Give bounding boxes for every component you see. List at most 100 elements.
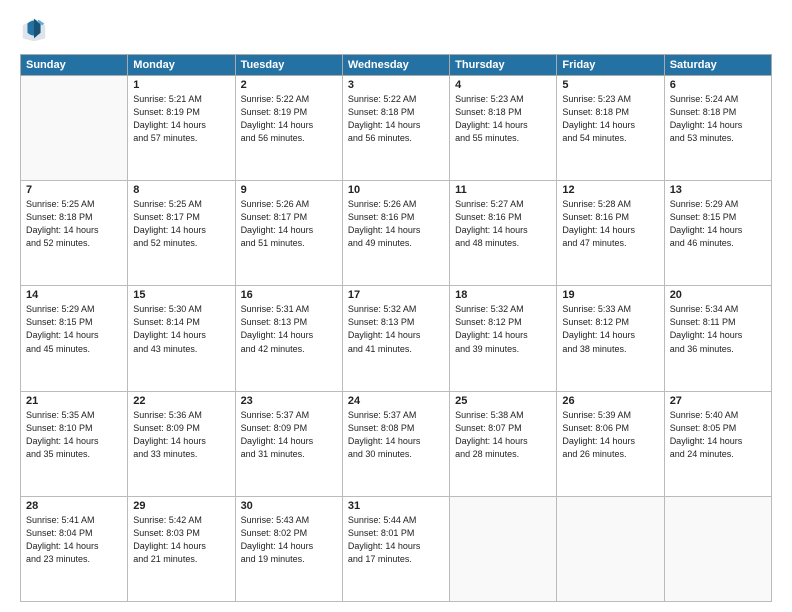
- day-info: Sunrise: 5:23 AM Sunset: 8:18 PM Dayligh…: [455, 93, 551, 145]
- day-info: Sunrise: 5:29 AM Sunset: 8:15 PM Dayligh…: [26, 303, 122, 355]
- day-number: 19: [562, 289, 658, 301]
- day-number: 6: [670, 79, 766, 91]
- day-number: 26: [562, 395, 658, 407]
- day-cell: [21, 76, 128, 181]
- day-info: Sunrise: 5:40 AM Sunset: 8:05 PM Dayligh…: [670, 409, 766, 461]
- day-number: 5: [562, 79, 658, 91]
- day-info: Sunrise: 5:31 AM Sunset: 8:13 PM Dayligh…: [241, 303, 337, 355]
- logo-icon: [20, 16, 48, 44]
- day-info: Sunrise: 5:24 AM Sunset: 8:18 PM Dayligh…: [670, 93, 766, 145]
- day-cell: 8 Sunrise: 5:25 AM Sunset: 8:17 PM Daylig…: [128, 181, 235, 286]
- day-number: 28: [26, 500, 122, 512]
- day-number: 24: [348, 395, 444, 407]
- day-info: Sunrise: 5:32 AM Sunset: 8:12 PM Dayligh…: [455, 303, 551, 355]
- day-info: Sunrise: 5:41 AM Sunset: 8:04 PM Dayligh…: [26, 514, 122, 566]
- day-info: Sunrise: 5:39 AM Sunset: 8:06 PM Dayligh…: [562, 409, 658, 461]
- day-cell: 24 Sunrise: 5:37 AM Sunset: 8:08 PM Dayli…: [342, 391, 449, 496]
- day-cell: 29Sunrise: 5:42 AM Sunset: 8:03 PM Dayli…: [128, 496, 235, 601]
- day-info: Sunrise: 5:21 AM Sunset: 8:19 PM Dayligh…: [133, 93, 229, 145]
- day-number: 2: [241, 79, 337, 91]
- day-cell: 26 Sunrise: 5:39 AM Sunset: 8:06 PM Dayli…: [557, 391, 664, 496]
- day-info: Sunrise: 5:37 AM Sunset: 8:08 PM Dayligh…: [348, 409, 444, 461]
- day-number: 10: [348, 184, 444, 196]
- weekday-monday: Monday: [128, 55, 235, 76]
- day-info: Sunrise: 5:27 AM Sunset: 8:16 PM Dayligh…: [455, 198, 551, 250]
- day-cell: 27 Sunrise: 5:40 AM Sunset: 8:05 PM Dayli…: [664, 391, 771, 496]
- day-cell: 5 Sunrise: 5:23 AM Sunset: 8:18 PM Daylig…: [557, 76, 664, 181]
- day-number: 27: [670, 395, 766, 407]
- day-number: 23: [241, 395, 337, 407]
- day-info: Sunrise: 5:29 AM Sunset: 8:15 PM Dayligh…: [670, 198, 766, 250]
- day-number: 8: [133, 184, 229, 196]
- week-row-2: 7 Sunrise: 5:25 AM Sunset: 8:18 PM Daylig…: [21, 181, 772, 286]
- week-row-5: 28 Sunrise: 5:41 AM Sunset: 8:04 PM Dayli…: [21, 496, 772, 601]
- day-cell: 20 Sunrise: 5:34 AM Sunset: 8:11 PM Dayli…: [664, 286, 771, 391]
- day-cell: 21 Sunrise: 5:35 AM Sunset: 8:10 PM Dayli…: [21, 391, 128, 496]
- day-cell: 17 Sunrise: 5:32 AM Sunset: 8:13 PM Dayli…: [342, 286, 449, 391]
- day-cell: 4 Sunrise: 5:23 AM Sunset: 8:18 PM Daylig…: [450, 76, 557, 181]
- day-cell: 19 Sunrise: 5:33 AM Sunset: 8:12 PM Dayli…: [557, 286, 664, 391]
- day-number: 1: [133, 79, 229, 91]
- day-cell: 1 Sunrise: 5:21 AM Sunset: 8:19 PM Daylig…: [128, 76, 235, 181]
- day-number: 29: [133, 500, 229, 512]
- day-cell: 30 Sunrise: 5:43 AM Sunset: 8:02 PM Dayli…: [235, 496, 342, 601]
- day-info: Sunrise: 5:35 AM Sunset: 8:10 PM Dayligh…: [26, 409, 122, 461]
- day-info: Sunrise: 5:25 AM Sunset: 8:18 PM Dayligh…: [26, 198, 122, 250]
- day-info: Sunrise: 5:43 AM Sunset: 8:02 PM Dayligh…: [241, 514, 337, 566]
- day-number: 9: [241, 184, 337, 196]
- day-cell: 3Sunrise: 5:22 AM Sunset: 8:18 PM Daylig…: [342, 76, 449, 181]
- day-cell: [557, 496, 664, 601]
- day-number: 15: [133, 289, 229, 301]
- week-row-4: 21 Sunrise: 5:35 AM Sunset: 8:10 PM Dayli…: [21, 391, 772, 496]
- day-cell: 25Sunrise: 5:38 AM Sunset: 8:07 PM Dayli…: [450, 391, 557, 496]
- header: [20, 16, 772, 44]
- day-cell: 23Sunrise: 5:37 AM Sunset: 8:09 PM Dayli…: [235, 391, 342, 496]
- day-cell: 14Sunrise: 5:29 AM Sunset: 8:15 PM Dayli…: [21, 286, 128, 391]
- weekday-wednesday: Wednesday: [342, 55, 449, 76]
- day-cell: 11Sunrise: 5:27 AM Sunset: 8:16 PM Dayli…: [450, 181, 557, 286]
- day-number: 3: [348, 79, 444, 91]
- day-number: 31: [348, 500, 444, 512]
- day-info: Sunrise: 5:34 AM Sunset: 8:11 PM Dayligh…: [670, 303, 766, 355]
- day-number: 7: [26, 184, 122, 196]
- day-info: Sunrise: 5:25 AM Sunset: 8:17 PM Dayligh…: [133, 198, 229, 250]
- day-cell: 2 Sunrise: 5:22 AM Sunset: 8:19 PM Daylig…: [235, 76, 342, 181]
- day-number: 22: [133, 395, 229, 407]
- day-number: 4: [455, 79, 551, 91]
- weekday-sunday: Sunday: [21, 55, 128, 76]
- day-number: 17: [348, 289, 444, 301]
- day-info: Sunrise: 5:36 AM Sunset: 8:09 PM Dayligh…: [133, 409, 229, 461]
- week-row-3: 14Sunrise: 5:29 AM Sunset: 8:15 PM Dayli…: [21, 286, 772, 391]
- week-row-1: 1 Sunrise: 5:21 AM Sunset: 8:19 PM Daylig…: [21, 76, 772, 181]
- day-number: 21: [26, 395, 122, 407]
- day-cell: 7 Sunrise: 5:25 AM Sunset: 8:18 PM Daylig…: [21, 181, 128, 286]
- day-cell: 6 Sunrise: 5:24 AM Sunset: 8:18 PM Daylig…: [664, 76, 771, 181]
- day-info: Sunrise: 5:32 AM Sunset: 8:13 PM Dayligh…: [348, 303, 444, 355]
- day-cell: 28 Sunrise: 5:41 AM Sunset: 8:04 PM Dayli…: [21, 496, 128, 601]
- day-cell: 13 Sunrise: 5:29 AM Sunset: 8:15 PM Dayli…: [664, 181, 771, 286]
- day-number: 30: [241, 500, 337, 512]
- day-cell: 10Sunrise: 5:26 AM Sunset: 8:16 PM Dayli…: [342, 181, 449, 286]
- day-number: 25: [455, 395, 551, 407]
- day-cell: 9Sunrise: 5:26 AM Sunset: 8:17 PM Daylig…: [235, 181, 342, 286]
- day-cell: 18 Sunrise: 5:32 AM Sunset: 8:12 PM Dayli…: [450, 286, 557, 391]
- logo: [20, 16, 52, 44]
- day-number: 18: [455, 289, 551, 301]
- calendar: SundayMondayTuesdayWednesdayThursdayFrid…: [20, 54, 772, 602]
- weekday-tuesday: Tuesday: [235, 55, 342, 76]
- day-cell: 12 Sunrise: 5:28 AM Sunset: 8:16 PM Dayli…: [557, 181, 664, 286]
- day-number: 20: [670, 289, 766, 301]
- day-info: Sunrise: 5:23 AM Sunset: 8:18 PM Dayligh…: [562, 93, 658, 145]
- day-cell: [664, 496, 771, 601]
- day-number: 12: [562, 184, 658, 196]
- day-info: Sunrise: 5:30 AM Sunset: 8:14 PM Dayligh…: [133, 303, 229, 355]
- day-number: 13: [670, 184, 766, 196]
- weekday-thursday: Thursday: [450, 55, 557, 76]
- day-cell: 15 Sunrise: 5:30 AM Sunset: 8:14 PM Dayli…: [128, 286, 235, 391]
- day-number: 16: [241, 289, 337, 301]
- day-info: Sunrise: 5:22 AM Sunset: 8:19 PM Dayligh…: [241, 93, 337, 145]
- weekday-header-row: SundayMondayTuesdayWednesdayThursdayFrid…: [21, 55, 772, 76]
- day-info: Sunrise: 5:33 AM Sunset: 8:12 PM Dayligh…: [562, 303, 658, 355]
- day-info: Sunrise: 5:28 AM Sunset: 8:16 PM Dayligh…: [562, 198, 658, 250]
- weekday-saturday: Saturday: [664, 55, 771, 76]
